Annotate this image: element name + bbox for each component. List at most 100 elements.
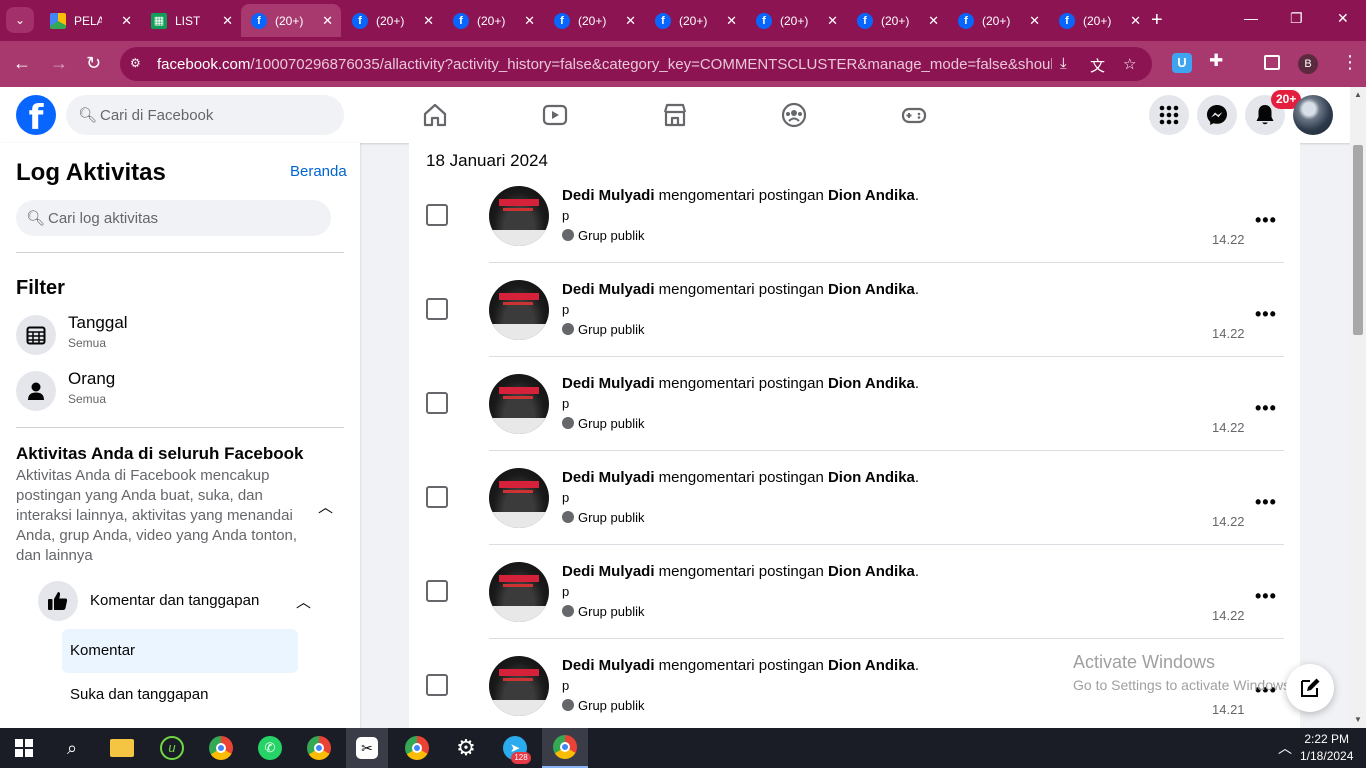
select-checkbox[interactable]	[426, 392, 448, 414]
url-text[interactable]: facebook.com/100070296876035/allactivity…	[157, 56, 1052, 73]
close-tab-icon[interactable]: ✕	[121, 13, 132, 29]
close-tab-icon[interactable]: ✕	[524, 13, 535, 29]
minimize-button[interactable]: —	[1244, 10, 1258, 26]
select-checkbox[interactable]	[426, 674, 448, 696]
capcut-icon[interactable]: ✂	[346, 728, 388, 768]
close-tab-icon[interactable]: ✕	[625, 13, 636, 29]
filter-person[interactable]: Orang Semua	[16, 367, 346, 415]
more-options-icon[interactable]: •••	[1255, 210, 1277, 231]
messenger-button[interactable]	[1197, 95, 1237, 135]
actor-name[interactable]: Dedi Mulyadi	[562, 469, 655, 486]
target-name[interactable]: Dion Andika	[828, 281, 915, 298]
select-checkbox[interactable]	[426, 580, 448, 602]
extension-u-icon[interactable]: U	[1172, 53, 1192, 73]
reload-button[interactable]: ↻	[86, 53, 101, 74]
close-tab-icon[interactable]: ✕	[222, 13, 233, 29]
close-tab-icon[interactable]: ✕	[423, 13, 434, 29]
chrome-profile-avatar[interactable]: B	[1298, 54, 1318, 74]
chevron-up-icon[interactable]: ︿	[296, 591, 311, 612]
actor-name[interactable]: Dedi Mulyadi	[562, 657, 655, 674]
activity-log-search[interactable]: 🔍︎	[16, 200, 331, 236]
marketplace-icon[interactable]	[661, 101, 689, 129]
browser-tab[interactable]: f (20+) ✕	[847, 4, 947, 37]
translate-icon[interactable]: 文	[1090, 55, 1105, 76]
new-tab-button[interactable]: +	[1151, 8, 1163, 32]
address-bar[interactable]: ⚙ facebook.com/100070296876035/allactivi…	[120, 47, 1152, 81]
subitem-comments[interactable]: Komentar	[62, 629, 298, 673]
select-checkbox[interactable]	[426, 486, 448, 508]
groups-icon[interactable]	[780, 101, 808, 129]
close-tab-icon[interactable]: ✕	[322, 13, 333, 29]
close-tab-icon[interactable]: ✕	[1130, 13, 1141, 29]
scrollbar-thumb[interactable]	[1353, 145, 1363, 335]
actor-name[interactable]: Dedi Mulyadi	[562, 375, 655, 392]
settings-gear-icon[interactable]: ⚙	[452, 734, 480, 762]
new-message-button[interactable]	[1286, 664, 1334, 712]
system-tray-chevron-icon[interactable]: ︿	[1271, 734, 1299, 762]
more-options-icon[interactable]: •••	[1255, 304, 1277, 325]
home-icon[interactable]	[421, 101, 449, 129]
post-thumbnail[interactable]	[489, 656, 549, 716]
whatsapp-icon[interactable]: ✆	[256, 734, 284, 762]
post-thumbnail[interactable]	[489, 280, 549, 340]
post-thumbnail[interactable]	[489, 374, 549, 434]
chevron-up-icon[interactable]: ︿	[318, 496, 333, 517]
target-name[interactable]: Dion Andika	[828, 375, 915, 392]
post-thumbnail[interactable]	[489, 468, 549, 528]
browser-tab[interactable]: f (20+) ✕	[645, 4, 745, 37]
forward-button[interactable]: →	[50, 53, 68, 74]
video-icon[interactable]	[541, 101, 569, 129]
actor-name[interactable]: Dedi Mulyadi	[562, 563, 655, 580]
file-explorer-icon[interactable]	[108, 734, 136, 762]
home-link[interactable]: Beranda	[290, 163, 347, 180]
scroll-up-arrow-icon[interactable]: ▲	[1354, 90, 1362, 99]
browser-tab[interactable]: f (20+) ✕	[948, 4, 1048, 37]
close-tab-icon[interactable]: ✕	[928, 13, 939, 29]
search-icon[interactable]: ⌕	[58, 734, 86, 762]
windows-start-icon[interactable]	[10, 734, 38, 762]
scroll-down-arrow-icon[interactable]: ▼	[1354, 715, 1362, 724]
chrome-menu-icon[interactable]: ⋮	[1341, 52, 1359, 73]
taskbar-clock[interactable]: 2:22 PM 1/18/2024	[1300, 731, 1353, 765]
browser-tab[interactable]: f (20+) ✕	[746, 4, 846, 37]
tab-search-button[interactable]: ⌄	[6, 7, 34, 33]
facebook-search[interactable]: 🔍︎	[66, 95, 344, 135]
restore-button[interactable]: ❐	[1290, 10, 1303, 27]
target-name[interactable]: Dion Andika	[828, 563, 915, 580]
close-window-button[interactable]: ✕	[1337, 10, 1349, 27]
post-thumbnail[interactable]	[489, 186, 549, 246]
close-tab-icon[interactable]: ✕	[1029, 13, 1040, 29]
browser-tab[interactable]: f (20+) ✕	[1049, 4, 1149, 37]
extensions-puzzle-icon[interactable]: ✚	[1209, 51, 1229, 71]
more-options-icon[interactable]: •••	[1255, 492, 1277, 513]
actor-name[interactable]: Dedi Mulyadi	[562, 187, 655, 204]
actor-name[interactable]: Dedi Mulyadi	[562, 281, 655, 298]
more-options-icon[interactable]: •••	[1255, 586, 1277, 607]
facebook-search-input[interactable]	[100, 95, 340, 135]
activity-log-search-input[interactable]	[48, 200, 318, 236]
target-name[interactable]: Dion Andika	[828, 469, 915, 486]
chrome-profile-icon[interactable]	[305, 734, 333, 762]
account-avatar[interactable]	[1293, 95, 1333, 135]
more-options-icon[interactable]: •••	[1255, 398, 1277, 419]
upwork-icon[interactable]: u	[158, 734, 186, 762]
target-name[interactable]: Dion Andika	[828, 187, 915, 204]
side-panel-icon[interactable]	[1264, 55, 1280, 70]
category-comments-reactions[interactable]: Komentar dan tanggapan ︿	[38, 581, 328, 621]
browser-tab[interactable]: f (20+) ✕	[342, 4, 442, 37]
page-scrollbar[interactable]: ▲ ▼	[1350, 87, 1366, 728]
install-app-icon[interactable]: ⤓	[1060, 55, 1067, 72]
browser-tab[interactable]: ▦ LIST C ✕	[141, 4, 241, 37]
select-checkbox[interactable]	[426, 298, 448, 320]
browser-tab[interactable]: PELAI ✕	[40, 4, 140, 37]
post-thumbnail[interactable]	[489, 562, 549, 622]
browser-tab[interactable]: f (20+) ✕	[443, 4, 543, 37]
bookmark-star-icon[interactable]: ☆	[1123, 55, 1136, 73]
site-info-icon[interactable]: ⚙	[130, 56, 146, 72]
browser-tab[interactable]: f (20+) ✕	[241, 4, 341, 37]
target-name[interactable]: Dion Andika	[828, 657, 915, 674]
chrome-profile-icon[interactable]	[403, 734, 431, 762]
close-tab-icon[interactable]: ✕	[827, 13, 838, 29]
back-button[interactable]: ←	[13, 53, 31, 74]
chrome-active-icon[interactable]	[542, 728, 588, 768]
